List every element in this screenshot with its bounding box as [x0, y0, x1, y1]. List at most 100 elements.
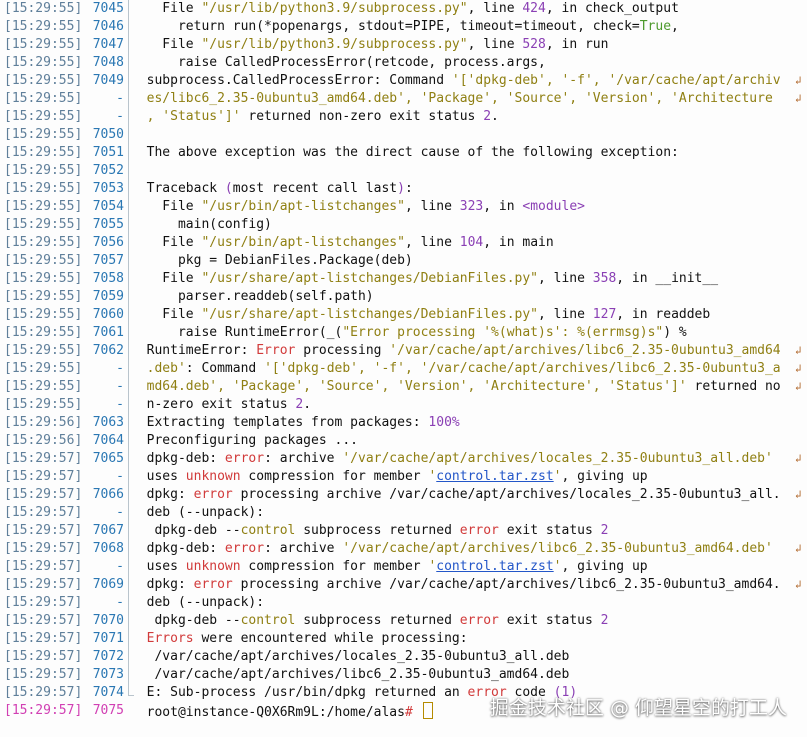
line-number: 7061 — [92, 325, 124, 340]
line-gutter: [15:29:57] - — [4, 558, 124, 576]
text-segment: dpkg: — [131, 577, 194, 592]
text-segment: raise RuntimeError(_( — [131, 325, 343, 340]
line-content: Traceback (most recent call last): — [131, 180, 413, 198]
line-number: 7064 — [92, 433, 124, 448]
terminal-line: [15:29:57] 7067 dpkg-deb --control subpro… — [0, 522, 807, 540]
terminal-line: [15:29:57] 7070 dpkg-deb --control subpro… — [0, 612, 807, 630]
text-segment: , in __init__ — [616, 271, 719, 286]
timestamp: [15:29:57] — [4, 559, 83, 574]
line-number: - — [116, 397, 124, 412]
terminal-line: [15:29:55] 7050 — [0, 126, 807, 144]
text-segment: , line — [467, 1, 523, 16]
cursor-block-icon — [422, 702, 433, 719]
text-segment: return run(*popenargs, stdout=PIPE, time… — [131, 19, 640, 34]
timestamp: [15:29:57] — [4, 469, 83, 484]
line-content: File "/usr/bin/apt-listchanges", line 32… — [131, 198, 585, 216]
text-segment: es/libc6_2.35-0ubuntu3_amd64.deb', 'Pack… — [131, 91, 773, 106]
text-segment: 100% — [428, 415, 460, 430]
line-gutter: [15:29:57] 7070 — [4, 612, 124, 630]
text-segment: , 'Status']' — [131, 109, 241, 124]
line-number: 7053 — [92, 181, 124, 196]
text-segment: deb (--unpack): — [131, 595, 265, 610]
line-content: File "/usr/lib/python3.9/subprocess.py",… — [131, 0, 679, 18]
line-content: RuntimeError: Error processing '/var/cac… — [131, 342, 781, 360]
timestamp: [15:29:57] — [4, 703, 83, 718]
text-segment: , in — [483, 199, 523, 214]
terminal-line: [15:29:55] 7056 File "/usr/bin/apt-listch… — [0, 234, 807, 252]
line-content: The above exception was the direct cause… — [131, 144, 679, 162]
line-content: Preconfiguring packages ... — [131, 432, 358, 450]
wrap-continuation-icon: ↲ — [795, 344, 802, 357]
line-number: 7056 — [92, 235, 124, 250]
text-segment: 2 — [600, 523, 609, 538]
text-segment: 323 — [459, 199, 484, 214]
text-segment: ) % — [663, 325, 687, 340]
line-content: File "/usr/share/apt-listchanges/DebianF… — [131, 270, 718, 288]
text-segment: , in check_output — [545, 1, 679, 16]
terminal-line: [15:29:55] 7060 File "/usr/share/apt-list… — [0, 306, 807, 324]
terminal-window[interactable]: [15:29:55] 7045 File "/usr/lib/python3.9/… — [0, 0, 807, 737]
timestamp: [15:29:55] — [4, 397, 83, 412]
terminal-line: [15:29:55] 7048 raise CalledProcessError(… — [0, 54, 807, 72]
line-number: 7063 — [92, 415, 124, 430]
text-segment: , in readdeb — [616, 307, 711, 322]
line-gutter: [15:29:57] - — [4, 504, 124, 522]
line-gutter: [15:29:57] 7073 — [4, 666, 124, 684]
line-number: - — [116, 379, 124, 394]
text-segment: Errors — [131, 631, 194, 646]
timestamp: [15:29:57] — [4, 451, 83, 466]
text-segment: File — [131, 199, 202, 214]
text-segment: 424 — [522, 1, 546, 16]
text-segment: : Command — [185, 361, 265, 376]
text-segment: dpkg-deb -- — [131, 523, 241, 538]
line-content: es/libc6_2.35-0ubuntu3_amd64.deb', 'Pack… — [131, 90, 773, 108]
text-segment: '['dpkg-deb', '-f', '/var/cache/apt/arch… — [451, 73, 781, 88]
file-link[interactable]: control.tar.zst — [436, 469, 553, 484]
terminal-line: [15:29:55] 7054 File "/usr/bin/apt-listch… — [0, 198, 807, 216]
line-number: 7048 — [92, 55, 124, 70]
line-content: Extracting templates from packages: 100% — [131, 414, 460, 432]
text-segment: n-zero exit status — [131, 397, 296, 412]
text-segment: 2 — [483, 109, 492, 124]
file-link[interactable]: control.tar.zst — [436, 559, 553, 574]
timestamp: [15:29:57] — [4, 685, 83, 700]
line-number: 7072 — [92, 649, 124, 664]
line-gutter: [15:29:55] 7052 — [4, 162, 124, 180]
text-segment: "/usr/lib/python3.9/subprocess.py" — [201, 37, 468, 52]
line-number: 7070 — [92, 613, 124, 628]
terminal-line: [15:29:57] - uses unknown compression for… — [0, 468, 807, 486]
text-segment — [413, 705, 421, 720]
line-number: - — [116, 595, 124, 610]
terminal-line: [15:29:55] - , 'Status']' returned non-ze… — [0, 108, 807, 126]
line-content: File "/usr/share/apt-listchanges/DebianF… — [131, 306, 710, 324]
terminal-line: [15:29:57] 7068 dpkg-deb: error: archive … — [0, 540, 807, 558]
timestamp: [15:29:55] — [4, 235, 83, 250]
line-number: 7062 — [92, 343, 124, 358]
text-segment: /var/cache/apt/archives/locales_2.35-0ub… — [131, 649, 570, 664]
timestamp: [15:29:57] — [4, 541, 83, 556]
text-segment: control — [240, 613, 296, 628]
text-segment: 528 — [522, 37, 546, 52]
terminal-line: [15:29:55] 7059 parser.readdeb(self.path) — [0, 288, 807, 306]
line-number: 7052 — [92, 163, 124, 178]
text-segment: '/var/cache/apt/archives/libc6_2.35-0ubu… — [342, 541, 773, 556]
text-segment: uses — [131, 559, 186, 574]
timestamp: [15:29:55] — [4, 1, 83, 16]
text-segment: ' — [553, 469, 562, 484]
timestamp: [15:29:55] — [4, 109, 83, 124]
wrap-continuation-icon: ↲ — [795, 542, 802, 555]
terminal-line: [15:29:55] 7053 Traceback (most recent ca… — [0, 180, 807, 198]
text-segment: subprocess returned — [295, 613, 460, 628]
text-segment: 358 — [592, 271, 617, 286]
text-segment: were encountered while processing: — [193, 631, 468, 646]
text-segment: File — [131, 1, 202, 16]
line-gutter: [15:29:57] 7069 — [4, 576, 124, 594]
line-number: 7046 — [92, 19, 124, 34]
text-segment: dpkg-deb -- — [131, 613, 241, 628]
text-segment: processing — [295, 343, 390, 358]
line-gutter: [15:29:57] 7066 — [4, 486, 124, 504]
line-gutter: [15:29:57] 7068 — [4, 540, 124, 558]
line-content: dpkg-deb: error: archive '/var/cache/apt… — [131, 540, 773, 558]
text-segment: File — [131, 271, 202, 286]
shell-prompt[interactable]: root@instance-Q0X6Rm9L:/home/alas# — [131, 702, 433, 722]
